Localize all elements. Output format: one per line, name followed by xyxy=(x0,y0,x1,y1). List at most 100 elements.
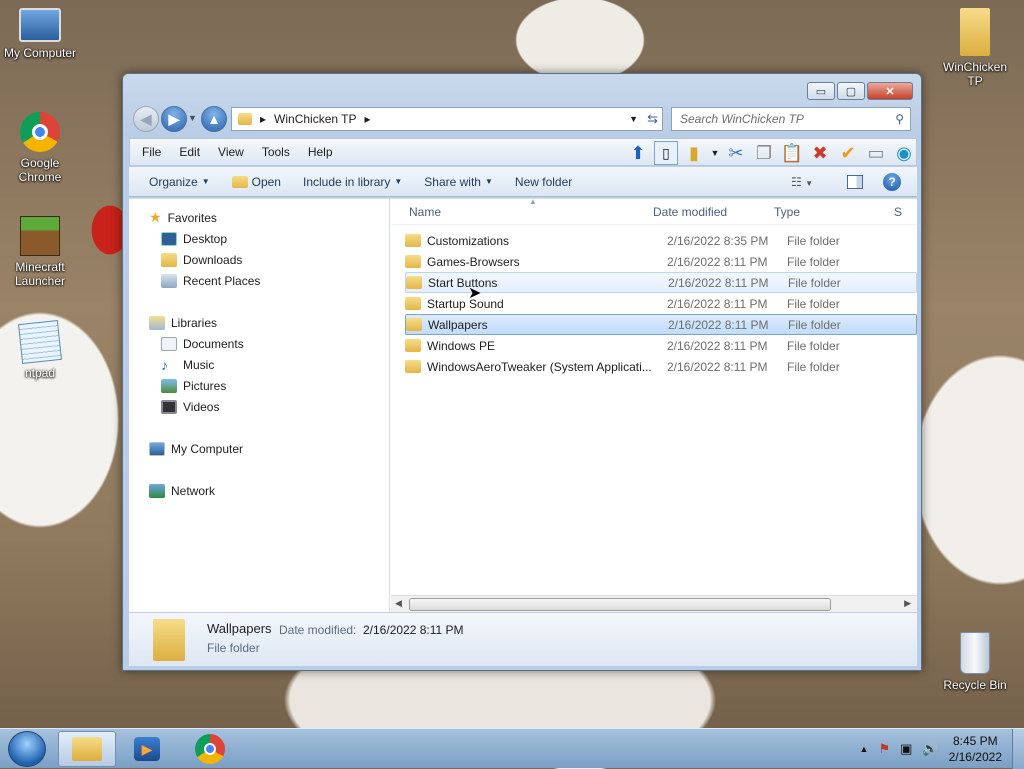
menu-edit[interactable]: Edit xyxy=(170,145,209,159)
minimize-button[interactable]: ▭ xyxy=(807,82,835,100)
start-button[interactable] xyxy=(8,731,46,767)
nav-music[interactable]: ♪ Music xyxy=(129,354,389,375)
nav-my-computer[interactable]: My Computer xyxy=(129,438,389,459)
taskbar-explorer-button[interactable] xyxy=(58,731,116,767)
globe-icon[interactable]: ◉ xyxy=(892,141,916,165)
search-icon[interactable]: ⚲ xyxy=(895,112,904,126)
paste-icon[interactable]: 📋 xyxy=(780,141,804,165)
menu-tools[interactable]: Tools xyxy=(253,145,299,159)
breadcrumb-arrow-icon[interactable]: ▸ xyxy=(365,112,371,126)
menu-view[interactable]: View xyxy=(209,145,253,159)
maximize-button[interactable]: ▢ xyxy=(837,82,865,100)
scroll-left-icon[interactable]: ◀ xyxy=(395,598,402,609)
desktop-icon-ntpad[interactable]: ntpad xyxy=(0,320,80,380)
toolbar-icons: ⬆ ▯ ▮ ▼ ✂ ❐ 📋 ✖ ✔ ▭ ◉ xyxy=(626,141,916,165)
file-row-selected[interactable]: Wallpapers 2/16/2022 8:11 PM File folder xyxy=(405,314,917,335)
taskbar-media-player-button[interactable]: ▶ xyxy=(118,731,176,767)
file-row[interactable]: Games-Browsers 2/16/2022 8:11 PM File fold… xyxy=(405,251,917,272)
nav-label: Libraries xyxy=(171,315,218,330)
desktop-icon-minecraft-launcher[interactable]: Minecraft Launcher xyxy=(0,216,82,288)
forward-button[interactable]: ▶ xyxy=(161,106,187,132)
views-icon[interactable]: ☷ ▼ xyxy=(791,175,813,189)
network-status-icon[interactable]: ▣ xyxy=(900,741,912,757)
file-row[interactable]: Start Buttons 2/16/2022 8:11 PM File folde… xyxy=(405,272,917,293)
horizontal-scrollbar[interactable]: ◀ ▶ xyxy=(391,595,917,612)
details-folder-icon xyxy=(153,619,185,661)
new-folder-button[interactable]: New folder xyxy=(507,175,580,189)
search-input[interactable]: Search WinChicken TP ⚲ xyxy=(671,107,911,131)
desktop-icon-label: Google Chrome xyxy=(18,156,62,184)
file-date: 2/16/2022 8:11 PM xyxy=(667,338,768,353)
desktop-icon-winchicken-tp[interactable]: WinChicken TP xyxy=(935,8,1015,88)
folder-icon xyxy=(405,360,421,373)
file-row[interactable]: Startup Sound 2/16/2022 8:11 PM File folde… xyxy=(405,293,917,314)
properties-icon[interactable]: ▭ xyxy=(864,141,888,165)
file-row[interactable]: Customizations 2/16/2022 8:35 PM File fold… xyxy=(405,230,917,251)
checkmark-icon[interactable]: ✔ xyxy=(836,141,860,165)
recent-places-icon xyxy=(161,273,177,288)
scroll-right-icon[interactable]: ▶ xyxy=(904,598,911,609)
action-center-icon[interactable]: ⚑ xyxy=(878,741,890,757)
nav-network[interactable]: Network xyxy=(129,480,389,501)
folder-options-icon[interactable]: ▮ xyxy=(682,141,706,165)
open-button[interactable]: Open xyxy=(224,175,289,189)
preview-pane-icon[interactable]: ▯ xyxy=(654,141,678,165)
nav-recent-places[interactable]: Recent Places xyxy=(129,270,389,291)
cut-icon[interactable]: ✂ xyxy=(724,141,748,165)
up-arrow-icon[interactable]: ⬆ xyxy=(626,141,650,165)
desktop-icon-recycle-bin[interactable]: Recycle Bin xyxy=(935,632,1015,692)
nav-desktop[interactable]: Desktop xyxy=(129,228,389,249)
notepad-icon xyxy=(18,320,62,364)
open-folder-icon xyxy=(231,175,248,188)
file-row[interactable]: WindowsAeroTweaker (System Applicati... 2… xyxy=(405,356,917,377)
copy-icon[interactable]: ❐ xyxy=(752,141,776,165)
nav-libraries[interactable]: Libraries xyxy=(129,312,389,333)
share-with-button[interactable]: Share with ▼ xyxy=(416,175,501,189)
file-row[interactable]: Windows PE 2/16/2022 8:11 PM File folder xyxy=(405,335,917,356)
scrollbar-thumb[interactable] xyxy=(409,598,831,611)
show-hidden-icons-icon[interactable]: ▲ xyxy=(860,744,869,754)
network-icon xyxy=(149,483,165,498)
nav-downloads[interactable]: Downloads xyxy=(129,249,389,270)
folder-icon xyxy=(405,339,421,352)
organize-button[interactable]: Organize ▼ xyxy=(141,175,218,189)
column-name[interactable]: Name xyxy=(391,205,647,219)
column-type[interactable]: Type xyxy=(768,205,888,219)
desktop-icon-google-chrome[interactable]: Google Chrome xyxy=(0,112,82,184)
file-list: Name Date modified Type S ▲ Customizatio… xyxy=(391,199,917,613)
refresh-icon[interactable]: ⇆ xyxy=(647,111,658,127)
music-icon: ♪ xyxy=(161,356,168,373)
up-button[interactable]: ▲ xyxy=(201,106,227,132)
clock[interactable]: 8:45 PM 2/16/2022 xyxy=(949,733,1002,765)
close-button[interactable]: ✕ xyxy=(867,82,913,100)
nav-favorites[interactable]: ★ Favorites xyxy=(129,207,389,228)
nav-pictures[interactable]: Pictures xyxy=(129,375,389,396)
delete-icon[interactable]: ✖ xyxy=(808,141,832,165)
address-bar[interactable]: ▸ WinChicken TP ▸ ▼ ⇆ xyxy=(231,107,663,131)
show-desktop-button[interactable] xyxy=(1012,729,1024,769)
back-button[interactable]: ◀ xyxy=(133,106,159,132)
share-with-label: Share with xyxy=(424,174,481,189)
breadcrumb-winchicken-tp[interactable]: WinChicken TP xyxy=(274,112,356,126)
desktop-icon-my-computer[interactable]: My Computer xyxy=(0,8,80,60)
taskbar: ▶ ▲ ⚑ ▣ 🔊 8:45 PM 2/16/2022 xyxy=(0,728,1024,769)
help-icon[interactable]: ? xyxy=(883,172,901,191)
chrome-icon xyxy=(195,734,225,764)
taskbar-chrome-button[interactable] xyxy=(181,731,239,767)
column-date-modified[interactable]: Date modified xyxy=(647,205,768,219)
address-dropdown-icon[interactable]: ▼ xyxy=(629,114,638,124)
menu-help[interactable]: Help xyxy=(299,145,342,159)
chevron-down-icon[interactable]: ▼ xyxy=(710,141,720,165)
breadcrumb-arrow-icon[interactable]: ▸ xyxy=(260,112,266,126)
include-in-library-button[interactable]: Include in library ▼ xyxy=(295,175,410,189)
details-name: Wallpapers xyxy=(207,621,272,636)
recent-pages-dropdown-icon[interactable]: ▼ xyxy=(188,113,197,123)
column-size[interactable]: S xyxy=(888,205,902,219)
menu-file[interactable]: File xyxy=(130,145,170,159)
volume-icon[interactable]: 🔊 xyxy=(922,741,938,757)
preview-pane-toggle-icon[interactable] xyxy=(847,174,863,189)
nav-documents[interactable]: Documents xyxy=(129,333,389,354)
nav-videos[interactable]: Videos xyxy=(129,396,389,417)
desktop-icon-label: Minecraft Launcher xyxy=(14,260,66,288)
star-icon: ★ xyxy=(149,209,162,225)
